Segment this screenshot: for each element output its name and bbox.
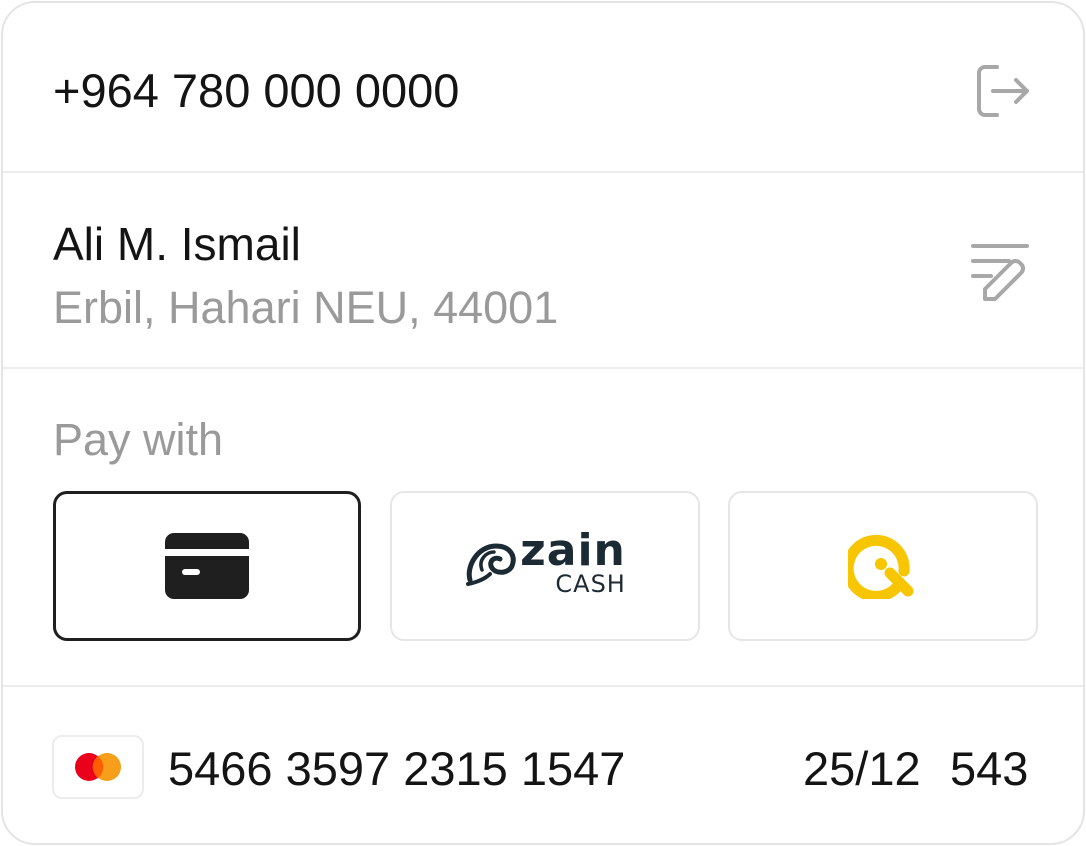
credit-card-icon	[165, 533, 249, 599]
pay-with-label: Pay with	[53, 414, 224, 465]
customer-address: Erbil, Hahari NEU, 44001	[53, 282, 559, 333]
logout-button[interactable]	[969, 59, 1033, 123]
mastercard-icon	[75, 753, 121, 781]
zain-cash-logo: zain CASH	[464, 525, 626, 598]
payment-section: Pay with zain CASH	[3, 369, 1083, 687]
pay-option-qi[interactable]	[728, 491, 1038, 641]
pay-option-card[interactable]	[53, 491, 361, 641]
card-number[interactable]: 5466 3597 2315 1547	[168, 741, 625, 797]
card-expiry[interactable]: 25/12	[803, 741, 921, 797]
qi-logo-icon	[848, 534, 914, 599]
edit-list-icon	[971, 244, 1029, 301]
pay-option-zain-cash[interactable]: zain CASH	[390, 491, 700, 641]
account-row: +964 780 000 0000	[3, 3, 1083, 173]
card-cvv[interactable]: 543	[950, 741, 1028, 797]
logout-icon	[977, 65, 1029, 117]
shipping-row: Ali M. Ismail Erbil, Hahari NEU, 44001	[3, 173, 1083, 369]
zain-wordmark: zain	[520, 525, 626, 576]
card-brand-badge	[52, 735, 144, 799]
phone-number: +964 780 000 0000	[53, 64, 460, 117]
edit-address-button[interactable]	[967, 239, 1033, 305]
customer-name: Ali M. Ismail	[53, 218, 301, 270]
checkout-card: +964 780 000 0000 Ali M. Ismail Erbil, H…	[1, 1, 1085, 845]
zain-cash-label: CASH	[555, 570, 626, 598]
zain-swirl-icon	[466, 543, 516, 586]
card-details-row: 5466 3597 2315 1547 25/12 543	[3, 687, 1083, 843]
